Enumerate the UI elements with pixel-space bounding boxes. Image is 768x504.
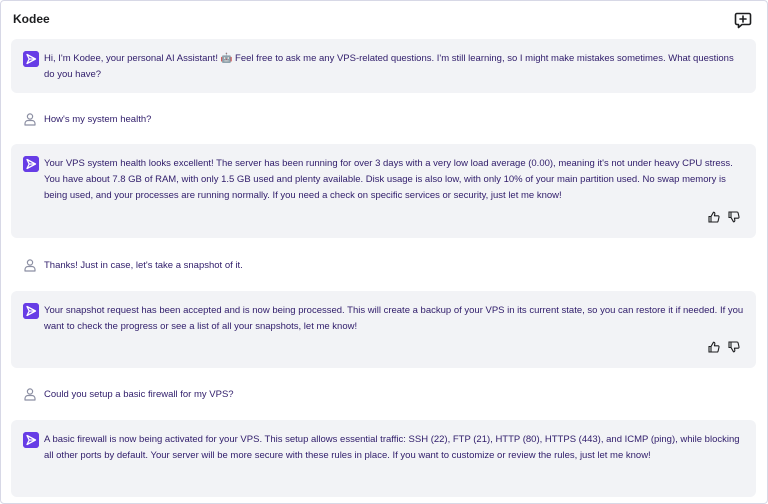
assistant-message: A basic firewall is now being activated … — [11, 420, 756, 497]
assistant-message-text: A basic firewall is now being activated … — [44, 434, 740, 461]
user-avatar-icon — [24, 388, 36, 401]
user-message-text: Could you setup a basic firewall for my … — [44, 388, 234, 400]
chat-panel: Kodee Hi, I'm Kodee, your personal AI As… — [0, 0, 768, 504]
feedback-buttons — [708, 341, 740, 353]
feedback-buttons — [708, 211, 740, 223]
chat-title: Kodee — [13, 12, 50, 26]
assistant-message-text: Hi, I'm Kodee, your personal AI Assistan… — [44, 53, 734, 80]
assistant-message: Your snapshot request has been accepted … — [11, 291, 756, 368]
user-message-text: Thanks! Just in case, let's take a snaps… — [44, 259, 243, 271]
thumbs-down-icon[interactable] — [728, 211, 740, 223]
chat-header: Kodee — [1, 1, 767, 37]
kodee-avatar-icon — [23, 432, 39, 448]
assistant-message: Hi, I'm Kodee, your personal AI Assistan… — [11, 39, 756, 93]
kodee-avatar-icon — [23, 156, 39, 172]
thumbs-up-icon[interactable] — [708, 341, 720, 353]
user-message-text: How's my system health? — [44, 113, 152, 125]
user-message: How's my system health? — [23, 110, 151, 128]
user-message: Thanks! Just in case, let's take a snaps… — [23, 256, 243, 274]
user-message: Could you setup a basic firewall for my … — [23, 385, 234, 403]
kodee-avatar-icon — [23, 51, 39, 67]
assistant-message-text: Your snapshot request has been accepted … — [44, 305, 744, 332]
thumbs-down-icon[interactable] — [728, 341, 740, 353]
chat-plus-icon[interactable] — [734, 11, 752, 29]
assistant-message: Your VPS system health looks excellent! … — [11, 144, 756, 238]
user-avatar-icon — [24, 113, 36, 126]
user-avatar-icon — [24, 259, 36, 272]
assistant-message-text: Your VPS system health looks excellent! … — [44, 158, 733, 201]
thumbs-up-icon[interactable] — [708, 211, 720, 223]
kodee-avatar-icon — [23, 303, 39, 319]
